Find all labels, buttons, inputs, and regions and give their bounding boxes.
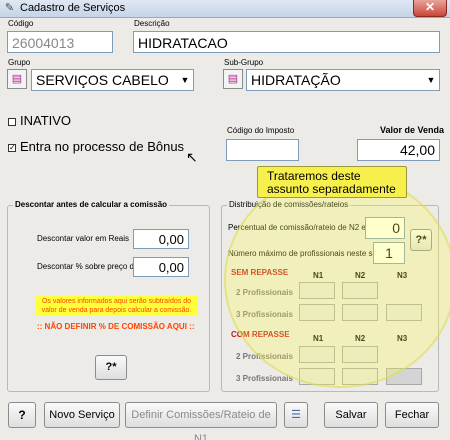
- list-icon[interactable]: ☰: [284, 402, 308, 428]
- descricao-field[interactable]: HIDRATACAO: [133, 31, 440, 53]
- annotation-tooltip: Trataremos deste assunto separadamente: [257, 166, 407, 198]
- desconto-alert: :: NÃO DEFINIR % DE COMISSÃO AQUI ::: [37, 322, 195, 331]
- grupo-lookup-icon[interactable]: ▤: [7, 69, 27, 89]
- grupo-select[interactable]: SERVIÇOS CABELO ▼: [31, 69, 194, 91]
- salvar-button[interactable]: Salvar: [324, 402, 378, 428]
- sub-grupo-label: Sub-Grupo: [224, 58, 264, 67]
- descricao-label: Descrição: [134, 19, 170, 28]
- com-row-3-label: 3 Profissionais: [236, 374, 293, 383]
- novo-servico-button[interactable]: Novo Serviço: [44, 402, 120, 428]
- codigo-label: Código: [8, 19, 34, 28]
- sub-grupo-select[interactable]: HIDRATAÇÃO ▼: [246, 69, 440, 91]
- desconto-percent-field[interactable]: 0,00: [133, 257, 189, 277]
- highlight-circle: [224, 172, 450, 388]
- fechar-button[interactable]: Fechar: [385, 402, 439, 428]
- grupo-value: SERVIÇOS CABELO: [36, 72, 169, 88]
- mouse-cursor-icon: ↖: [186, 149, 198, 165]
- valor-venda-label: Valor de Venda: [380, 125, 445, 135]
- bonus-label: Entra no processo de Bônus: [20, 139, 185, 154]
- inativo-checkbox[interactable]: [8, 118, 16, 126]
- sub-grupo-lookup-icon[interactable]: ▤: [223, 69, 243, 89]
- codigo-imposto-field[interactable]: [226, 139, 299, 161]
- desconto-reais-label: Descontar valor em Reais: [37, 234, 130, 243]
- warning-line-2: valor de venda para depois calcular a co…: [41, 307, 192, 314]
- warning-line-1: Os valores informados aqui serão subtraí…: [41, 298, 192, 305]
- desconto-help-button[interactable]: ?*: [95, 355, 127, 380]
- close-button[interactable]: ✕: [413, 0, 447, 17]
- help-button[interactable]: ?: [8, 402, 36, 428]
- desconto-title: Descontar antes de calcular a comissão: [13, 200, 170, 209]
- app-icon: ✎: [4, 2, 15, 14]
- desconto-warning: Os valores informados aqui serão subtraí…: [35, 296, 198, 316]
- grupo-label: Grupo: [8, 58, 31, 67]
- bonus-checkbox[interactable]: ✓: [8, 144, 16, 152]
- definir-comissoes-button[interactable]: Definir Comissões/Rateio de N1: [125, 402, 277, 440]
- valor-venda-field[interactable]: 42,00: [357, 139, 440, 161]
- codigo-field[interactable]: 26004013: [7, 31, 113, 53]
- chevron-down-icon[interactable]: ▼: [424, 71, 438, 89]
- window-title: Cadastro de Serviços: [20, 2, 126, 14]
- desconto-reais-field[interactable]: 0,00: [133, 229, 189, 249]
- sub-grupo-value: HIDRATAÇÃO: [251, 72, 341, 88]
- inativo-label: INATIVO: [20, 113, 72, 128]
- chevron-down-icon[interactable]: ▼: [178, 71, 192, 89]
- codigo-imposto-label: Código do Imposto: [227, 126, 295, 135]
- tooltip-line-2: assunto separadamente: [267, 182, 396, 196]
